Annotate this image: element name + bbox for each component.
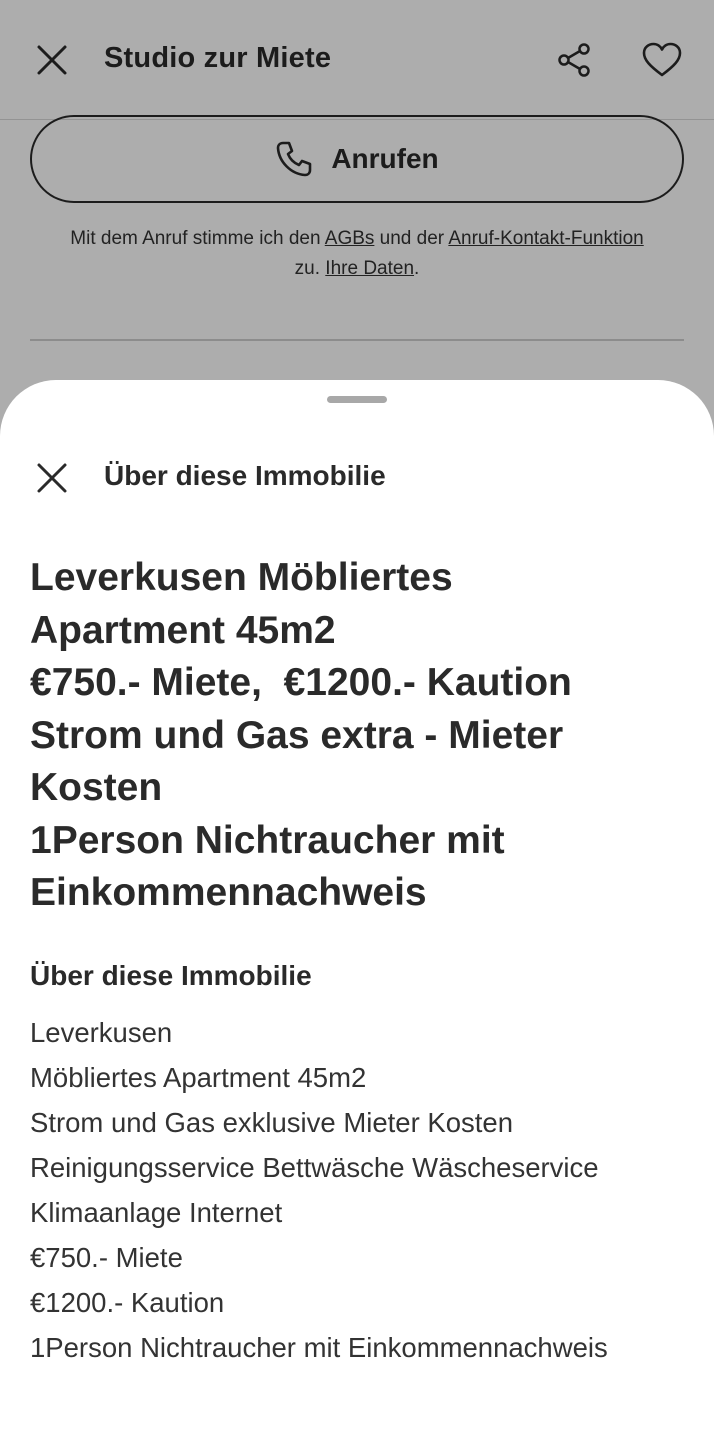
headline-line: Einkommennachweis	[30, 871, 427, 914]
description-line: 1Person Nichtraucher mit Einkommennachwe…	[30, 1332, 608, 1363]
description-line: €750.- Miete	[30, 1242, 183, 1273]
sheet-title: Über diese Immobilie	[104, 460, 386, 491]
sheet-close-button[interactable]	[30, 456, 74, 500]
close-icon	[37, 463, 67, 493]
description-line: Möbliertes Apartment 45m2	[30, 1062, 367, 1093]
description-line: Reinigungsservice Bettwäsche Wäscheservi…	[30, 1152, 599, 1183]
property-details-sheet: Über diese Immobilie Leverkusen Möbliert…	[0, 380, 714, 1440]
property-description: Leverkusen Möbliertes Apartment 45m2 Str…	[30, 1010, 700, 1370]
headline-line: 1Person Nichtraucher mit	[30, 818, 505, 862]
description-line: Strom und Gas exklusive Mieter Kosten	[30, 1107, 513, 1138]
section-heading: Über diese Immobilie	[30, 960, 312, 991]
headline-line: Apartment 45m2	[30, 608, 336, 652]
sheet-drag-handle[interactable]	[327, 396, 387, 403]
description-line: €1200.- Kaution	[30, 1287, 225, 1318]
description-line: Leverkusen	[30, 1017, 173, 1048]
headline-line: Kosten	[30, 766, 163, 809]
description-line: Klimaanlage Internet	[30, 1197, 283, 1228]
headline-line: Leverkusen Möbliertes	[30, 556, 453, 599]
headline-line: €750.- Miete, €1200.- Kaution	[30, 661, 572, 704]
listing-headline: Leverkusen Möbliertes Apartment 45m2 €75…	[30, 552, 690, 920]
headline-line: Strom und Gas extra - Mieter	[30, 713, 564, 757]
